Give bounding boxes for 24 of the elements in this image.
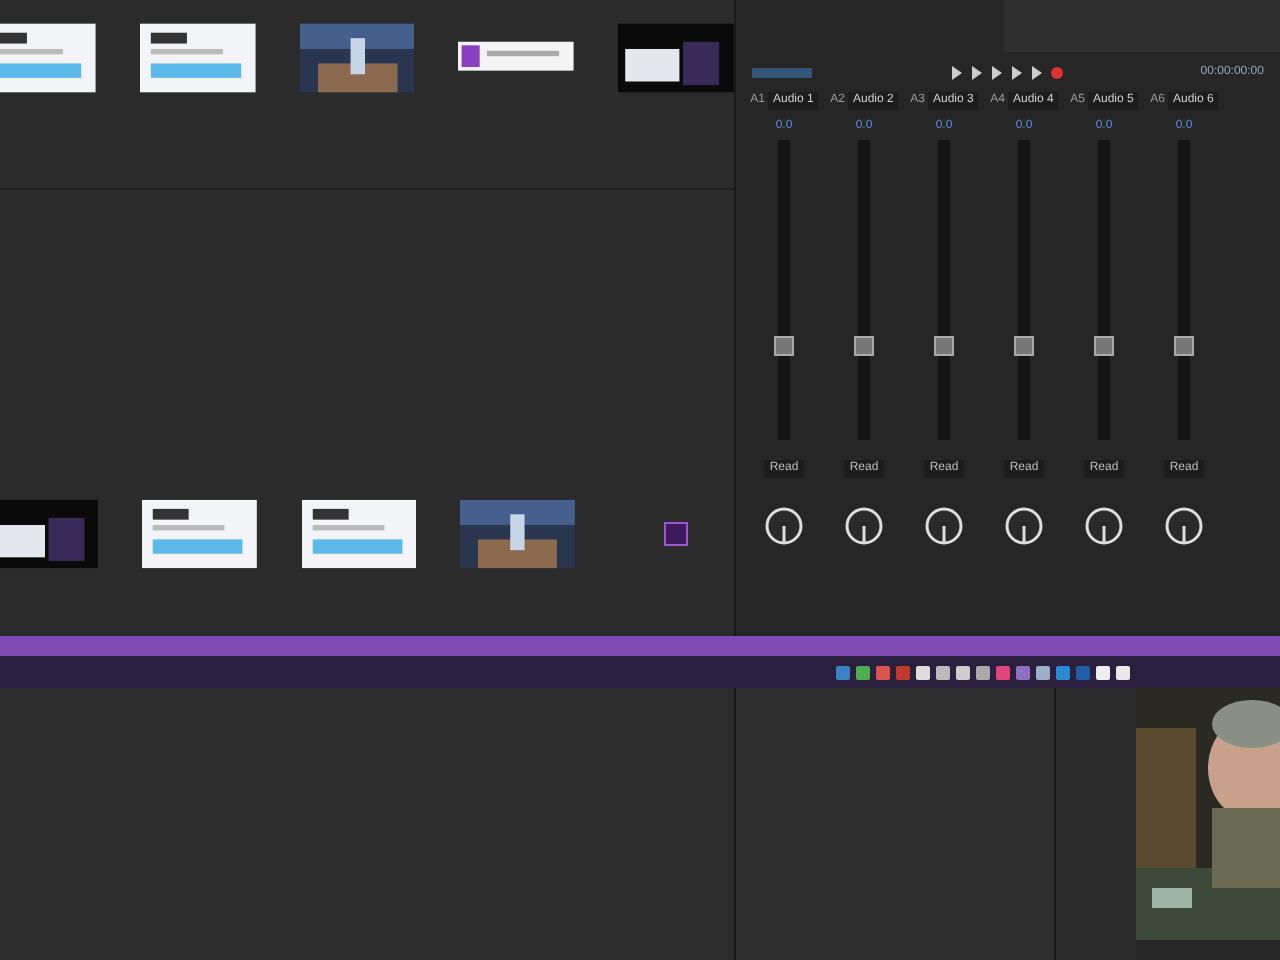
tab-indicator (752, 67, 812, 77)
app-icon[interactable] (916, 665, 930, 679)
app-icon[interactable] (956, 665, 970, 679)
fader-handle[interactable] (1174, 336, 1194, 356)
pan-knob[interactable] (1084, 506, 1124, 546)
app-icon (664, 522, 689, 546)
app-icon[interactable] (936, 665, 950, 679)
fader-handle[interactable] (1014, 336, 1034, 356)
app-icon[interactable] (976, 665, 990, 679)
app-icon[interactable] (1096, 665, 1110, 679)
fader-handle[interactable] (1094, 336, 1114, 356)
pan-knob[interactable] (764, 506, 804, 546)
app-icon[interactable] (1116, 665, 1130, 679)
fader-handle[interactable] (854, 336, 874, 356)
pan-knob[interactable] (844, 506, 884, 546)
pan-knob[interactable] (1004, 506, 1044, 546)
fader-handle[interactable] (774, 336, 794, 356)
app-icon[interactable] (856, 665, 870, 679)
fader-handle[interactable] (934, 336, 954, 356)
pan-knob[interactable] (1164, 506, 1204, 546)
pan-knob[interactable] (924, 506, 964, 546)
play-icon[interactable] (989, 65, 1004, 79)
record-icon[interactable] (1049, 65, 1064, 79)
app-icon[interactable] (1036, 665, 1050, 679)
